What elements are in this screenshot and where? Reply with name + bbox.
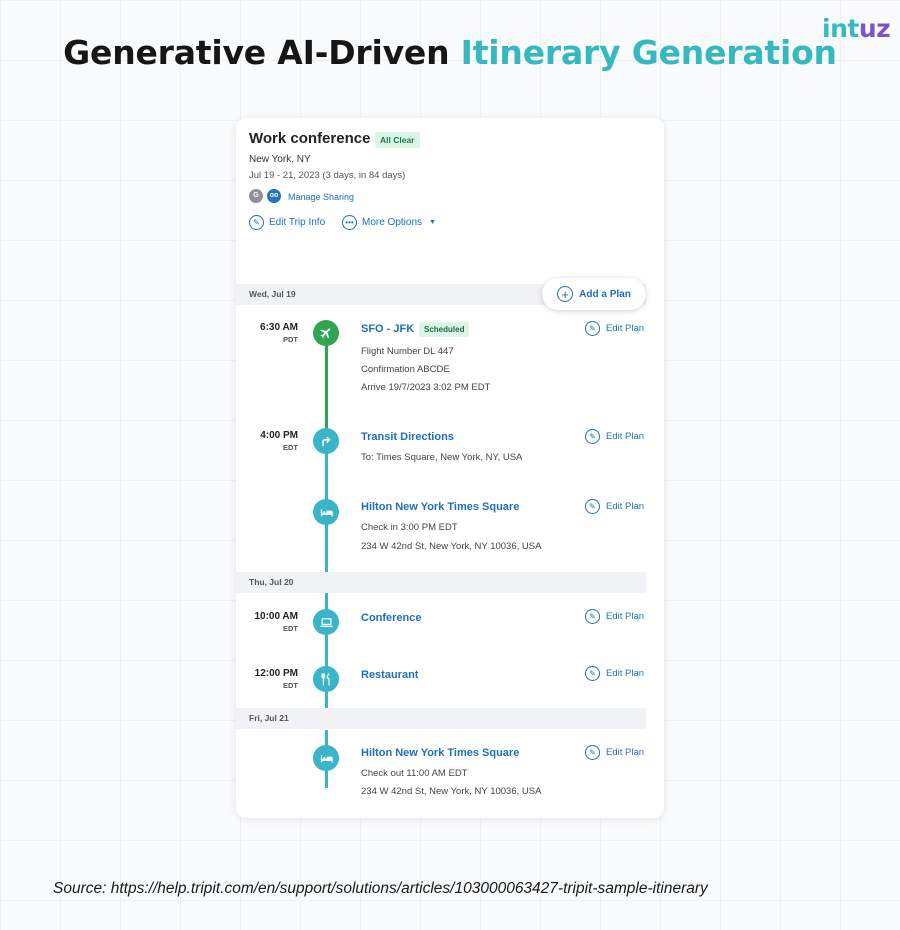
pencil-icon: ✎ — [585, 745, 600, 760]
utensils-icon — [313, 666, 339, 692]
plan-title-link[interactable]: Hilton New York Times Square — [361, 501, 519, 513]
plan-detail: 234 W 42nd St, New York, NY 10036, USA — [361, 541, 542, 552]
directions-icon — [313, 428, 339, 454]
logo-part-1: int — [822, 14, 859, 43]
edit-plan-label: Edit Plan — [606, 611, 645, 622]
sharing-avatar[interactable]: oo — [267, 189, 281, 203]
plan-time: 10:00 AM EDT — [236, 611, 298, 633]
plan-detail: Confirmation ABCDE — [361, 364, 450, 375]
plan-title-link[interactable]: Conference — [361, 612, 422, 624]
plan-title-link[interactable]: Restaurant — [361, 669, 418, 681]
trip-dates: Jul 19 - 21, 2023 (3 days, in 84 days) — [249, 170, 406, 181]
logo-part-2: uz — [858, 14, 891, 43]
edit-plan-button[interactable]: ✎ Edit Plan — [585, 745, 644, 760]
plan-time: 12:00 PM EDT — [236, 668, 298, 690]
plus-icon: + — [557, 286, 574, 302]
edit-plan-button[interactable]: ✎ Edit Plan — [585, 499, 644, 514]
itinerary-card: Work conference All Clear New York, NY J… — [236, 118, 664, 818]
plan-detail: Check out 11:00 AM EDT — [361, 768, 468, 779]
trip-title: Work conference — [249, 130, 371, 147]
heading-dark-part: Generative AI-Driven — [63, 33, 461, 72]
heading-accent-part: Itinerary Generation — [460, 33, 837, 72]
bed-icon — [313, 745, 339, 771]
edit-plan-button[interactable]: ✎ Edit Plan — [585, 429, 644, 444]
time-zone: PDT — [283, 335, 298, 344]
pencil-icon: ✎ — [585, 429, 600, 444]
plan-detail: Arrive 19/7/2023 3:02 PM EDT — [361, 382, 491, 393]
pencil-icon: ✎ — [249, 215, 264, 230]
pencil-icon: ✎ — [585, 609, 600, 624]
plan-time: 6:30 AM PDT — [236, 322, 298, 344]
edit-trip-info-label: Edit Trip Info — [269, 217, 326, 228]
pencil-icon: ✎ — [585, 499, 600, 514]
pencil-icon: ✎ — [585, 666, 600, 681]
plan-detail: To: Times Square, New York, NY, USA — [361, 452, 523, 463]
time-value: 10:00 AM — [254, 611, 298, 622]
scheduled-badge: Scheduled — [419, 322, 470, 337]
time-value: 12:00 PM — [254, 668, 298, 679]
plan-title-link[interactable]: Transit Directions — [361, 431, 454, 443]
more-options-label: More Options — [362, 217, 423, 228]
time-zone: EDT — [283, 624, 298, 633]
trip-city: New York, NY — [249, 154, 311, 165]
time-zone: EDT — [283, 443, 298, 452]
laptop-icon — [313, 609, 339, 635]
add-plan-button[interactable]: + Add a Plan — [542, 278, 646, 310]
intuz-logo: intuz — [822, 14, 891, 43]
edit-plan-label: Edit Plan — [606, 323, 645, 334]
page-heading: Generative AI-Driven Itinerary Generatio… — [0, 33, 900, 72]
time-value: 4:00 PM — [260, 430, 298, 441]
more-dots-icon: ••• — [342, 215, 357, 230]
edit-plan-label: Edit Plan — [606, 747, 645, 758]
edit-plan-label: Edit Plan — [606, 668, 645, 679]
plan-title-link[interactable]: Hilton New York Times Square — [361, 747, 519, 759]
edit-trip-info-button[interactable]: ✎ Edit Trip Info — [249, 215, 325, 230]
edit-plan-label: Edit Plan — [606, 431, 645, 442]
source-citation: Source: https://help.tripit.com/en/suppo… — [53, 880, 708, 897]
edit-plan-button[interactable]: ✎ Edit Plan — [585, 609, 644, 624]
plan-detail: Check in 3:00 PM EDT — [361, 522, 458, 533]
time-value: 6:30 AM — [260, 322, 298, 333]
status-badge: All Clear — [375, 132, 420, 148]
plan-title-link[interactable]: SFO - JFK — [361, 323, 414, 335]
chevron-down-icon: ▼ — [429, 219, 436, 226]
add-plan-label: Add a Plan — [579, 288, 631, 300]
bed-icon — [313, 499, 339, 525]
avatar[interactable]: G — [249, 189, 263, 203]
day-header: Thu, Jul 20 — [236, 572, 646, 593]
plan-time: 4:00 PM EDT — [236, 430, 298, 452]
day-header: Fri, Jul 21 — [236, 708, 646, 729]
edit-plan-button[interactable]: ✎ Edit Plan — [585, 666, 644, 681]
plan-detail: 234 W 42nd St, New York, NY 10036, USA — [361, 786, 542, 797]
plan-detail: Flight Number DL 447 — [361, 346, 454, 357]
edit-plan-label: Edit Plan — [606, 501, 645, 512]
edit-plan-button[interactable]: ✎ Edit Plan — [585, 321, 644, 336]
airplane-icon — [313, 320, 339, 346]
time-zone: EDT — [283, 681, 298, 690]
more-options-button[interactable]: ••• More Options ▼ — [342, 215, 436, 230]
manage-sharing-link[interactable]: Manage Sharing — [288, 192, 354, 202]
pencil-icon: ✎ — [585, 321, 600, 336]
